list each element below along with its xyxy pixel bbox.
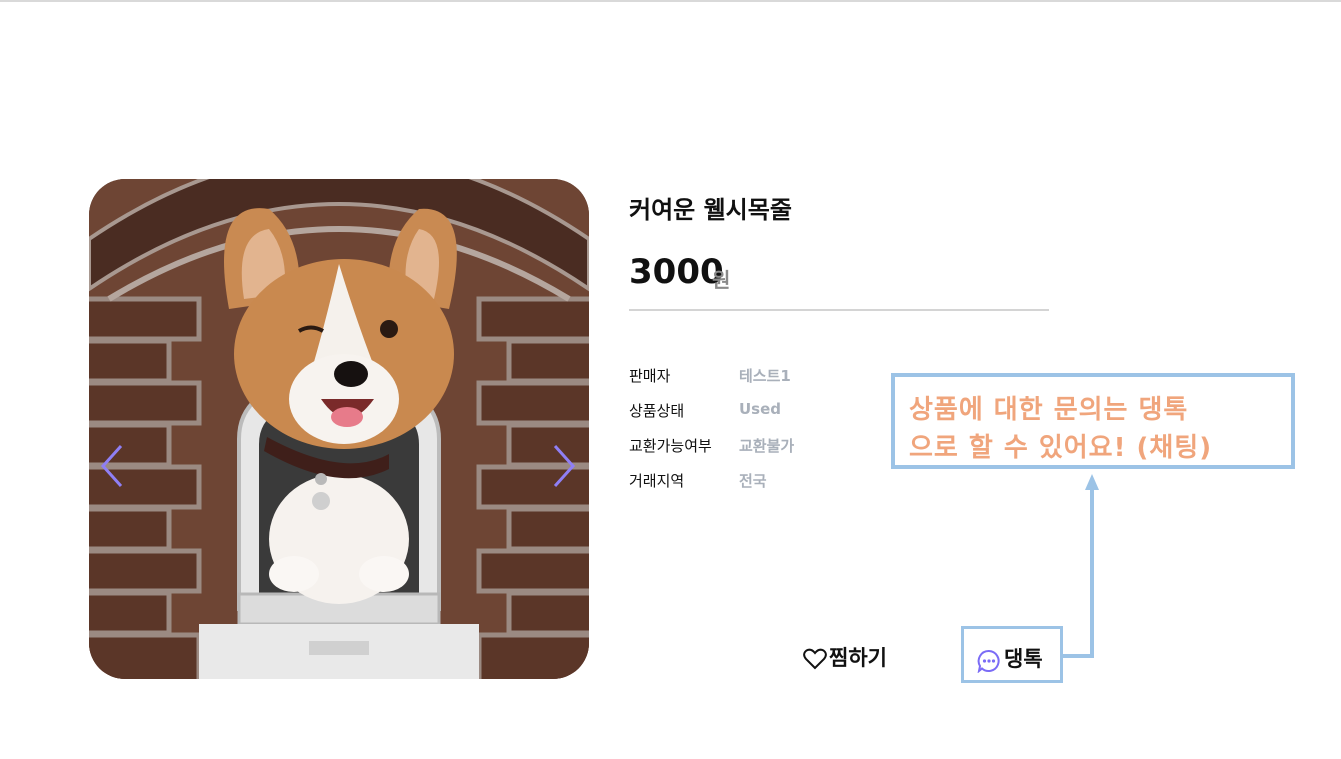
detail-value: 전국 xyxy=(739,472,767,490)
wish-label: 찜하기 xyxy=(829,646,887,670)
chat-button[interactable]: 댕톡 xyxy=(961,626,1063,683)
product-title: 커여운 웰시목줄 xyxy=(629,196,792,224)
detail-value: Used xyxy=(739,400,782,418)
annotation-callout: 상품에 대한 문의는 댕톡 으로 할 수 있어요! (채팅) xyxy=(891,373,1295,469)
chat-bubble-icon xyxy=(977,649,1000,673)
info-divider xyxy=(629,309,1049,311)
annotation-line-1: 상품에 대한 문의는 댕톡 xyxy=(909,395,1189,425)
detail-label: 교환가능여부 xyxy=(629,437,712,455)
annotation-line-2: 으로 할 수 있어요! (채팅) xyxy=(909,433,1213,463)
detail-label: 상품상태 xyxy=(629,402,685,420)
chat-label: 댕톡 xyxy=(1004,647,1043,671)
chevron-left-icon[interactable] xyxy=(97,442,125,490)
top-divider xyxy=(0,0,1341,2)
detail-value: 교환불가 xyxy=(739,437,795,455)
detail-label: 판매자 xyxy=(629,367,671,385)
product-image xyxy=(89,179,589,679)
chevron-right-icon[interactable] xyxy=(551,442,579,490)
detail-label: 거래지역 xyxy=(629,472,685,490)
product-price: 3000 xyxy=(629,252,724,292)
price-unit: 원 xyxy=(712,268,731,292)
detail-value: 테스트1 xyxy=(739,367,791,385)
puppy-photo xyxy=(89,179,589,679)
heart-outline-icon xyxy=(803,648,827,670)
